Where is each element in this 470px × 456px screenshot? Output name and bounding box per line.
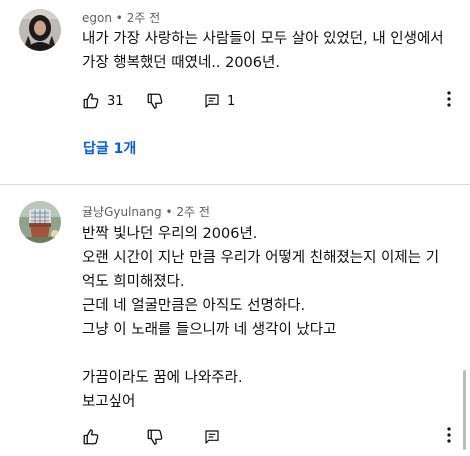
more-options-button[interactable] [442,426,456,448]
comment-icon [204,93,220,109]
comment-text-line: 오랜 시간이 지난 만큼 우리가 어떻게 친해졌는지 이제는 기 [82,250,440,266]
like-button[interactable]: 31 [82,90,124,112]
reply-count: 1 [227,93,236,109]
comment-text: 반짝 빛나던 우리의 2006년. 오랜 시간이 지난 만큼 우리가 어떻게 친… [82,222,439,414]
comment-text-line: 내가 가장 사랑하는 사람들이 모두 살아 있었던, 내 인생에서 [82,31,444,47]
comment-text-line: 보고싶어 [82,394,136,410]
thumb-up-icon [82,92,100,110]
comment-timestamp[interactable]: 2주 전 [127,11,161,25]
comment-header: 귤냥Gyulnang • 2주 전 [82,203,210,220]
like-count: 31 [107,93,124,109]
dot-separator: • [165,205,177,219]
thumb-up-icon [82,428,100,446]
dot-separator: • [115,11,127,25]
comment-timestamp[interactable]: 2주 전 [176,205,210,219]
avatar[interactable] [19,9,61,51]
dislike-button[interactable] [146,90,164,112]
comment-text-line: 근데 네 얼굴만큼은 아직도 선명하다. [82,298,306,314]
comment-text-line: 가끔이라도 꿈에 나와주라. [82,370,243,386]
comment-text-line: 억도 희미해졌다. [82,274,185,290]
thumb-down-icon [146,92,164,110]
divider [0,184,470,185]
thumb-down-icon [146,428,164,446]
like-button[interactable] [82,426,100,448]
more-vert-icon [447,427,451,447]
comment-author[interactable]: 귤냥Gyulnang [82,205,162,219]
comment-text-line: 반짝 빛나던 우리의 2006년. [82,226,258,242]
comment-text: 내가 가장 사랑하는 사람들이 모두 살아 있었던, 내 인생에서 가장 행복했… [82,27,444,75]
view-replies-link[interactable]: 답글 1개 [83,138,136,158]
comment-text-line: 가장 행복했던 때였네.. 2006년. [82,55,280,71]
scrollbar-thumb[interactable] [463,370,466,450]
reply-button[interactable]: 1 [204,90,235,112]
comment-header: egon • 2주 전 [82,9,160,26]
dislike-button[interactable] [146,426,164,448]
avatar[interactable] [19,201,61,243]
comment-text-line: 그냥 이 노래를 들으니까 네 생각이 났다고 [82,322,337,338]
comments-panel: egon • 2주 전 내가 가장 사랑하는 사람들이 모두 살아 있었던, 내… [0,0,470,456]
reply-button[interactable] [204,426,220,448]
comment-author[interactable]: egon [82,11,112,25]
more-options-button[interactable] [442,90,456,112]
more-vert-icon [447,91,451,111]
comment-icon [204,429,220,445]
